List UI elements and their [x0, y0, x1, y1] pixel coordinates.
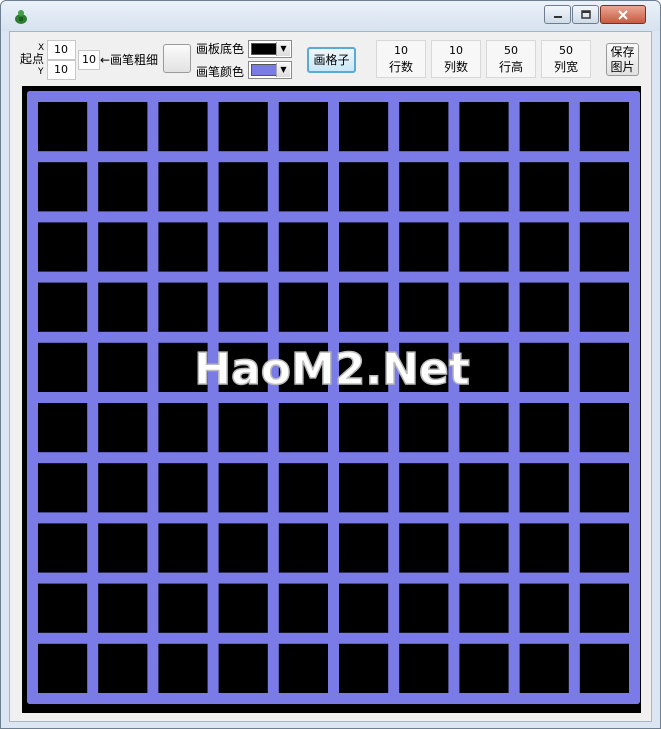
watermark-text: HaoM2.Net	[194, 344, 470, 395]
rows-label: 行数	[388, 60, 413, 74]
minimize-icon	[553, 15, 562, 18]
pen-width-button[interactable]	[163, 44, 191, 73]
pen-width-label: ←画笔粗细	[100, 53, 159, 67]
close-button[interactable]	[600, 5, 646, 24]
grid-horizontal-line	[27, 572, 640, 584]
grid-horizontal-line	[27, 271, 640, 283]
grid-horizontal-line	[27, 693, 640, 704]
chevron-down-icon: ▼	[276, 63, 290, 77]
title-bar[interactable]	[1, 1, 660, 31]
column-width-field[interactable]: 50 列宽	[541, 40, 591, 78]
grid-horizontal-line	[27, 91, 640, 102]
canvas-bg-label: 画板底色	[196, 42, 245, 56]
row-height-label: 行高	[498, 60, 523, 74]
y-axis-label: Y	[38, 67, 44, 77]
maximize-icon	[580, 10, 591, 19]
column-width-value[interactable]: 50	[542, 43, 590, 59]
row-height-value[interactable]: 50	[487, 43, 535, 59]
grid-horizontal-line	[27, 151, 640, 163]
columns-label: 列数	[443, 60, 468, 74]
pen-color-label: 画笔颜色	[196, 65, 245, 79]
grid-drawing: HaoM2.Net	[27, 91, 640, 704]
draw-grid-button[interactable]: 画格子	[307, 47, 356, 73]
chevron-down-icon: ▼	[276, 42, 290, 56]
save-label-line1: 保存	[610, 45, 635, 59]
client-area: X 起点 Y 10 10 10 ←画笔粗细 画板底色 ▼ 画笔颜色 ▼ 画格子 …	[9, 31, 652, 722]
save-label-line2: 图片	[610, 60, 635, 74]
start-x-input[interactable]: 10	[47, 40, 76, 60]
app-icon	[15, 10, 27, 24]
canvas-bg-select[interactable]: ▼	[248, 40, 292, 58]
pen-color-swatch	[251, 64, 277, 76]
columns-field[interactable]: 10 列数	[431, 40, 481, 78]
pen-width-input[interactable]: 10	[78, 50, 100, 70]
save-image-button[interactable]: 保存 图片	[606, 43, 639, 76]
minimize-button[interactable]	[544, 5, 571, 24]
grid-horizontal-line	[27, 331, 640, 343]
rows-value[interactable]: 10	[377, 43, 425, 59]
maximize-button[interactable]	[572, 5, 599, 24]
start-point-label: 起点	[20, 52, 45, 66]
column-width-label: 列宽	[553, 60, 578, 74]
grid-horizontal-line	[27, 632, 640, 644]
close-icon	[618, 9, 628, 20]
start-y-input[interactable]: 10	[47, 60, 76, 80]
drawing-canvas[interactable]: HaoM2.Net	[22, 86, 641, 713]
grid-horizontal-line	[27, 211, 640, 223]
grid-horizontal-line	[27, 452, 640, 464]
canvas-bg-swatch	[251, 43, 277, 55]
pen-color-select[interactable]: ▼	[248, 61, 292, 79]
row-height-field[interactable]: 50 行高	[486, 40, 536, 78]
app-window: X 起点 Y 10 10 10 ←画笔粗细 画板底色 ▼ 画笔颜色 ▼ 画格子 …	[0, 0, 661, 729]
grid-horizontal-line	[27, 512, 640, 524]
columns-value[interactable]: 10	[432, 43, 480, 59]
rows-field[interactable]: 10 行数	[376, 40, 426, 78]
